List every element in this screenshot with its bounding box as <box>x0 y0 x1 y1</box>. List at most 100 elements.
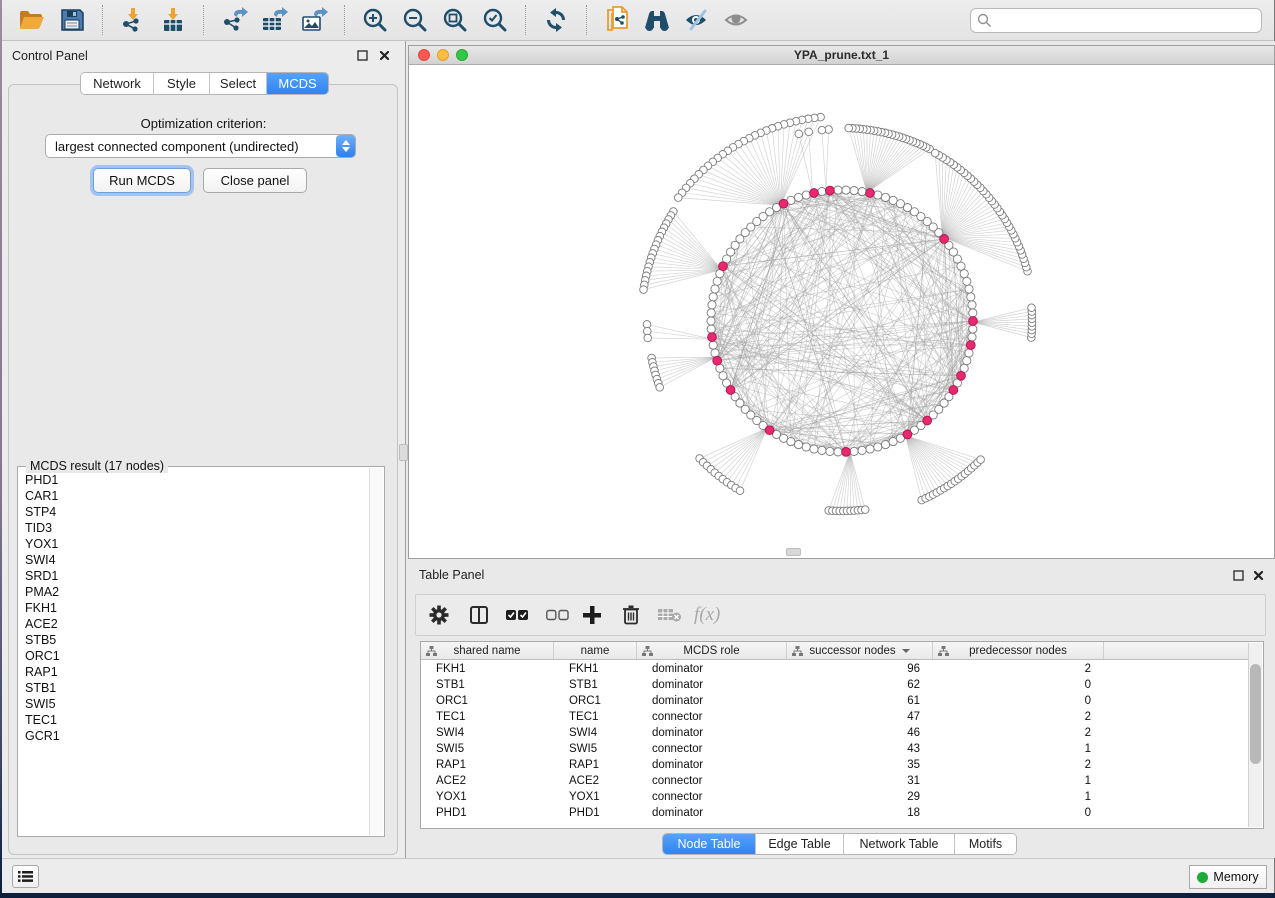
cell-MCDS-role[interactable]: dominator <box>637 661 787 677</box>
export-table-icon[interactable] <box>254 3 294 37</box>
cell-successor-nodes[interactable]: 61 <box>787 693 933 709</box>
run-mcds-button[interactable]: Run MCDS <box>93 168 191 193</box>
cell-predecessor-nodes[interactable]: 0 <box>933 805 1104 821</box>
float-panel-icon[interactable] <box>355 48 369 62</box>
cell-successor-nodes[interactable]: 31 <box>787 773 933 789</box>
cell-predecessor-nodes[interactable]: 2 <box>933 709 1104 725</box>
cell-shared-name[interactable]: FKH1 <box>421 661 554 677</box>
tab-node-table[interactable]: Node Table <box>663 834 756 854</box>
cell-name[interactable]: RAP1 <box>554 757 637 773</box>
tab-network[interactable]: Network <box>81 73 154 94</box>
table-row[interactable]: ACE2ACE2connector311 <box>421 773 1250 789</box>
clone-network-icon[interactable] <box>597 3 637 37</box>
float-table-panel-icon[interactable] <box>1231 568 1245 582</box>
table-row[interactable]: TEC1TEC1connector472 <box>421 709 1250 725</box>
cell-MCDS-role[interactable]: dominator <box>637 805 787 821</box>
deselect-all-icon[interactable] <box>546 609 570 621</box>
cell-shared-name[interactable]: TEC1 <box>421 709 554 725</box>
cell-shared-name[interactable]: ACE2 <box>421 773 554 789</box>
destroy-table-icon[interactable] <box>658 607 682 623</box>
tab-select[interactable]: Select <box>210 73 267 94</box>
memory-button[interactable]: Memory <box>1189 865 1267 889</box>
tab-motifs[interactable]: Motifs <box>955 834 1016 854</box>
tab-mcds[interactable]: MCDS <box>267 73 328 94</box>
mcds-result-item[interactable]: STB5 <box>25 632 369 648</box>
cell-MCDS-role[interactable]: dominator <box>637 757 787 773</box>
search-input[interactable] <box>992 11 1261 31</box>
mcds-result-item[interactable]: RAP1 <box>25 664 369 680</box>
hide-selected-icon[interactable] <box>677 3 717 37</box>
cell-shared-name[interactable]: SWI5 <box>421 741 554 757</box>
zoom-selected-icon[interactable] <box>475 3 515 37</box>
table-row[interactable]: STB1STB1dominator620 <box>421 677 1250 693</box>
cell-name[interactable]: SWI4 <box>554 725 637 741</box>
mcds-result-item[interactable]: ACE2 <box>25 616 369 632</box>
vertical-splitter-handle[interactable] <box>399 444 408 461</box>
criterion-dropdown[interactable]: largest connected component (undirected) <box>45 134 356 158</box>
gear-icon[interactable] <box>428 604 450 626</box>
column-header-predecessor-nodes[interactable]: predecessor nodes <box>933 642 1104 659</box>
cell-MCDS-role[interactable]: connector <box>637 709 787 725</box>
zoom-in-icon[interactable] <box>355 3 395 37</box>
cell-MCDS-role[interactable]: connector <box>637 773 787 789</box>
search-network-icon[interactable] <box>637 3 677 37</box>
mcds-result-item[interactable]: YOX1 <box>25 536 369 552</box>
table-row[interactable]: FKH1FKH1dominator962 <box>421 661 1250 677</box>
cell-predecessor-nodes[interactable]: 1 <box>933 741 1104 757</box>
network-graph[interactable] <box>409 65 1274 558</box>
cell-predecessor-nodes[interactable]: 2 <box>933 757 1104 773</box>
refresh-icon[interactable] <box>536 3 576 37</box>
cell-shared-name[interactable]: ORC1 <box>421 693 554 709</box>
tab-edge-table[interactable]: Edge Table <box>756 834 844 854</box>
close-table-panel-icon[interactable] <box>1251 568 1265 582</box>
cell-MCDS-role[interactable]: dominator <box>637 693 787 709</box>
cell-predecessor-nodes[interactable]: 1 <box>933 789 1104 805</box>
cell-name[interactable]: YOX1 <box>554 789 637 805</box>
cell-name[interactable]: TEC1 <box>554 709 637 725</box>
table-row[interactable]: YOX1YOX1connector291 <box>421 789 1250 805</box>
close-panel-icon[interactable] <box>377 48 391 62</box>
cell-shared-name[interactable]: PHD1 <box>421 805 554 821</box>
cell-successor-nodes[interactable]: 47 <box>787 709 933 725</box>
column-header-name[interactable]: name <box>554 642 637 659</box>
mcds-list-scrollbar[interactable] <box>369 468 383 835</box>
mcds-result-list[interactable]: PHD1CAR1STP4TID3YOX1SWI4SRD1PMA2FKH1ACE2… <box>19 470 369 835</box>
table-row[interactable]: RAP1RAP1dominator352 <box>421 757 1250 773</box>
mcds-result-item[interactable]: TEC1 <box>25 712 369 728</box>
save-icon[interactable] <box>52 3 92 37</box>
cell-MCDS-role[interactable]: dominator <box>637 677 787 693</box>
cell-shared-name[interactable]: YOX1 <box>421 789 554 805</box>
cell-successor-nodes[interactable]: 18 <box>787 805 933 821</box>
column-header-shared-name[interactable]: shared name <box>421 642 554 659</box>
import-network-icon[interactable] <box>113 3 153 37</box>
tab-network-table[interactable]: Network Table <box>844 834 955 854</box>
mcds-result-item[interactable]: FKH1 <box>25 600 369 616</box>
cell-name[interactable]: PHD1 <box>554 805 637 821</box>
cell-name[interactable]: ACE2 <box>554 773 637 789</box>
table-row[interactable]: SWI4SWI4dominator462 <box>421 725 1250 741</box>
mcds-result-item[interactable]: GCR1 <box>25 728 369 744</box>
cell-MCDS-role[interactable]: connector <box>637 789 787 805</box>
cell-successor-nodes[interactable]: 62 <box>787 677 933 693</box>
delete-column-icon[interactable] <box>621 605 641 626</box>
cell-predecessor-nodes[interactable]: 1 <box>933 773 1104 789</box>
cell-predecessor-nodes[interactable]: 2 <box>933 661 1104 677</box>
cell-successor-nodes[interactable]: 96 <box>787 661 933 677</box>
network-window-titlebar[interactable]: YPA_prune.txt_1 <box>409 46 1274 65</box>
export-image-icon[interactable] <box>294 3 334 37</box>
mcds-result-item[interactable]: SWI5 <box>25 696 369 712</box>
columns-icon[interactable] <box>469 605 489 625</box>
cell-predecessor-nodes[interactable]: 0 <box>933 677 1104 693</box>
import-table-icon[interactable] <box>153 3 193 37</box>
table-row[interactable]: SWI5SWI5connector431 <box>421 741 1250 757</box>
mcds-result-item[interactable]: STP4 <box>25 504 369 520</box>
cell-name[interactable]: SWI5 <box>554 741 637 757</box>
cell-predecessor-nodes[interactable]: 2 <box>933 725 1104 741</box>
column-header-successor-nodes[interactable]: successor nodes <box>787 642 933 659</box>
cell-name[interactable]: FKH1 <box>554 661 637 677</box>
table-row[interactable]: ORC1ORC1dominator610 <box>421 693 1250 709</box>
export-network-icon[interactable] <box>214 3 254 37</box>
cell-MCDS-role[interactable]: dominator <box>637 725 787 741</box>
add-column-icon[interactable] <box>582 605 602 625</box>
zoom-out-icon[interactable] <box>395 3 435 37</box>
